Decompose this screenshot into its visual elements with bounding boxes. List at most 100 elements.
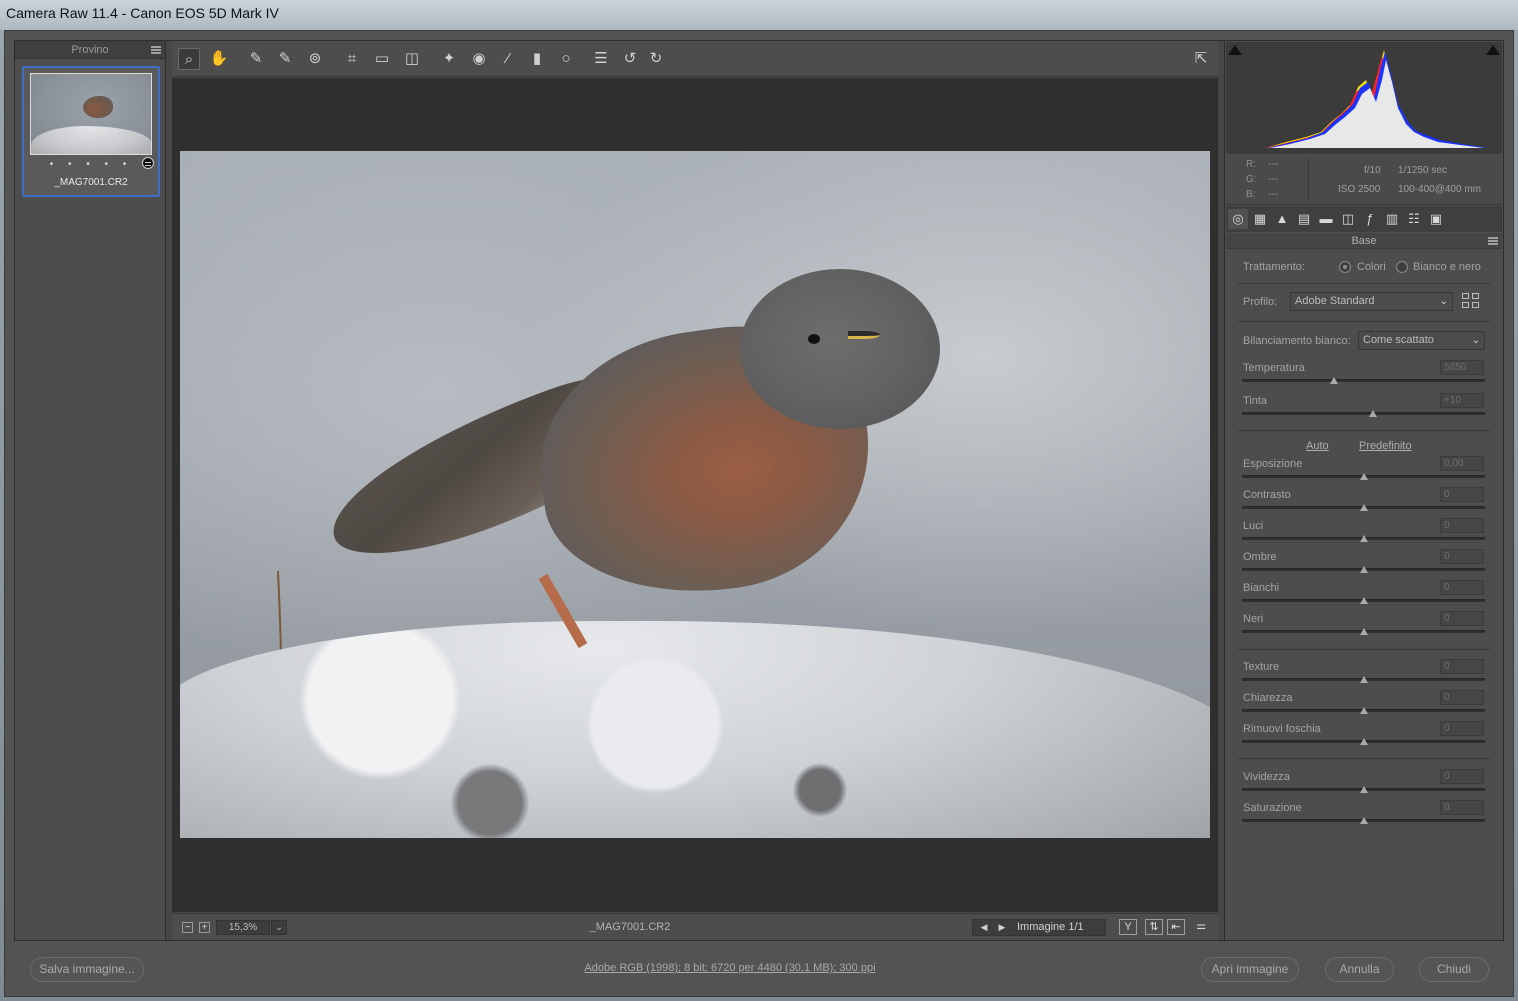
profile-browser-icon[interactable] [1462, 293, 1480, 309]
transform-tool-icon[interactable]: ◫ [401, 48, 423, 70]
g-label: G: [1246, 174, 1257, 185]
treatment-color-label[interactable]: Colori [1357, 261, 1386, 273]
auto-link[interactable]: Auto [1306, 440, 1329, 452]
next-image-icon[interactable]: ▶ [995, 921, 1009, 934]
slider-value-field[interactable]: 0 [1440, 721, 1484, 736]
slider-thumb[interactable] [1360, 738, 1368, 745]
tab-basic-icon[interactable]: ◎ [1228, 209, 1248, 229]
tab-tone-curve-icon[interactable]: ▦ [1250, 209, 1270, 229]
slider-value-field[interactable]: 5850 [1440, 360, 1484, 375]
highlight-clipping-warning-icon[interactable] [1486, 45, 1500, 55]
treatment-label: Trattamento: [1243, 261, 1305, 273]
before-after-toggle-icon[interactable]: Y [1119, 919, 1137, 935]
zoom-tool-icon[interactable]: ⌕ [178, 48, 200, 70]
slider-label: Neri [1243, 613, 1264, 625]
slider-label: Vividezza [1243, 771, 1290, 783]
workflow-options-link[interactable]: Adobe RGB (1998); 8 bit; 6720 per 4480 (… [520, 962, 940, 974]
tab-detail-icon[interactable]: ▲ [1272, 209, 1292, 229]
rotate-right-icon[interactable]: ↻ [645, 48, 667, 70]
save-image-button[interactable]: Salva immagine... [30, 957, 144, 982]
filmstrip-thumbnail[interactable]: • • • • • _MAG7001.CR2 [22, 66, 160, 197]
color-sampler-tool-icon[interactable]: ✎ [274, 48, 296, 70]
slider-thumb[interactable] [1360, 817, 1368, 824]
crop-tool-icon[interactable]: ⌗ [341, 48, 363, 70]
graduated-filter-tool-icon[interactable]: ▮ [526, 48, 548, 70]
slider-value-field[interactable]: 0 [1440, 611, 1484, 626]
aperture-value: f/10 [1364, 165, 1381, 176]
tab-snapshots-icon[interactable]: ▣ [1426, 209, 1446, 229]
slider-value-field[interactable]: +10 [1440, 393, 1484, 408]
filmstrip-menu-icon[interactable] [151, 46, 161, 54]
hand-tool-icon[interactable]: ✋ [208, 48, 230, 70]
close-button[interactable]: Chiudi [1419, 957, 1489, 982]
targeted-adjustment-tool-icon[interactable]: ⊚ [304, 48, 326, 70]
treatment-bw-label[interactable]: Bianco e nero [1413, 261, 1481, 273]
treatment-color-radio[interactable] [1339, 261, 1351, 273]
slider-label: Temperatura [1243, 362, 1305, 374]
tab-split-toning-icon[interactable]: ▬ [1316, 209, 1336, 229]
filmstrip-header: Provino [15, 41, 165, 59]
tab-calibration-icon[interactable]: ▥ [1382, 209, 1402, 229]
slider-thumb[interactable] [1360, 566, 1368, 573]
slider-value-field[interactable]: 0 [1440, 769, 1484, 784]
info-divider [1308, 158, 1309, 202]
slider-thumb[interactable] [1369, 410, 1377, 417]
radial-filter-tool-icon[interactable]: ○ [555, 48, 577, 70]
separator [1238, 649, 1490, 650]
slider-value-field[interactable]: 0 [1440, 487, 1484, 502]
slider-value-field[interactable]: 0,00 [1440, 456, 1484, 471]
red-eye-tool-icon[interactable]: ◉ [468, 48, 490, 70]
preview-settings-icon[interactable]: ⚌ [1192, 919, 1210, 935]
slider-label: Saturazione [1243, 802, 1302, 814]
slider-thumb[interactable] [1360, 628, 1368, 635]
rotate-left-icon[interactable]: ↺ [619, 48, 641, 70]
fullscreen-toggle-icon[interactable]: ⇱ [1190, 48, 1212, 70]
bird-head-shape [740, 269, 940, 429]
tab-presets-icon[interactable]: ☷ [1404, 209, 1424, 229]
lens-value: 100-400@400 mm [1398, 184, 1481, 195]
slider-value-field[interactable]: 0 [1440, 659, 1484, 674]
treatment-bw-radio[interactable] [1396, 261, 1408, 273]
slider-value-field[interactable]: 0 [1440, 690, 1484, 705]
preview-image[interactable] [180, 151, 1210, 838]
slider-track[interactable] [1242, 379, 1485, 382]
slider-thumb[interactable] [1360, 786, 1368, 793]
cancel-button[interactable]: Annulla [1325, 957, 1394, 982]
separator [1238, 321, 1490, 322]
slider-value-field[interactable]: 0 [1440, 800, 1484, 815]
spot-removal-tool-icon[interactable]: ✦ [438, 48, 460, 70]
open-image-button[interactable]: Apri immagine [1201, 957, 1299, 982]
copy-settings-icon[interactable]: ⇤ [1167, 919, 1185, 935]
shadow-clipping-warning-icon[interactable] [1228, 45, 1242, 55]
panel-menu-icon[interactable] [1488, 237, 1498, 245]
r-label: R: [1246, 159, 1256, 170]
adjustment-brush-tool-icon[interactable]: ⁄ [497, 48, 519, 70]
slider-track[interactable] [1242, 412, 1485, 415]
thumbnail-image [30, 73, 152, 155]
default-link[interactable]: Predefinito [1359, 440, 1412, 452]
slider-value-field[interactable]: 0 [1440, 549, 1484, 564]
tab-hsl-icon[interactable]: ▤ [1294, 209, 1314, 229]
slider-thumb[interactable] [1360, 676, 1368, 683]
slider-thumb[interactable] [1360, 707, 1368, 714]
slider-thumb[interactable] [1360, 473, 1368, 480]
slider-value-field[interactable]: 0 [1440, 580, 1484, 595]
slider-value-field[interactable]: 0 [1440, 518, 1484, 533]
swap-settings-icon[interactable]: ⇅ [1145, 919, 1163, 935]
profile-select[interactable]: Adobe Standard ⌄ [1290, 292, 1453, 311]
straighten-tool-icon[interactable]: ▭ [371, 48, 393, 70]
slider-thumb[interactable] [1330, 377, 1338, 384]
white-balance-tool-icon[interactable]: ✎ [245, 48, 267, 70]
white-balance-select[interactable]: Come scattato ⌄ [1358, 331, 1485, 350]
tool-bar: ⌕ ✋ ✎ ✎ ⊚ ⌗ ▭ ◫ ✦ ◉ ⁄ ▮ ○ ☰ ↺ ↻ ⇱ [172, 41, 1218, 77]
rock-shape [180, 621, 1210, 838]
slider-thumb[interactable] [1360, 504, 1368, 511]
slider-thumb[interactable] [1360, 597, 1368, 604]
slider-thumb[interactable] [1360, 535, 1368, 542]
previous-image-icon[interactable]: ◀ [977, 921, 991, 934]
thumbnail-rating[interactable]: • • • • • [24, 159, 158, 170]
tab-lens-corrections-icon[interactable]: ◫ [1338, 209, 1358, 229]
tab-effects-icon[interactable]: ƒ [1360, 209, 1380, 229]
white-balance-value: Come scattato [1363, 334, 1434, 346]
preferences-icon[interactable]: ☰ [590, 48, 612, 70]
